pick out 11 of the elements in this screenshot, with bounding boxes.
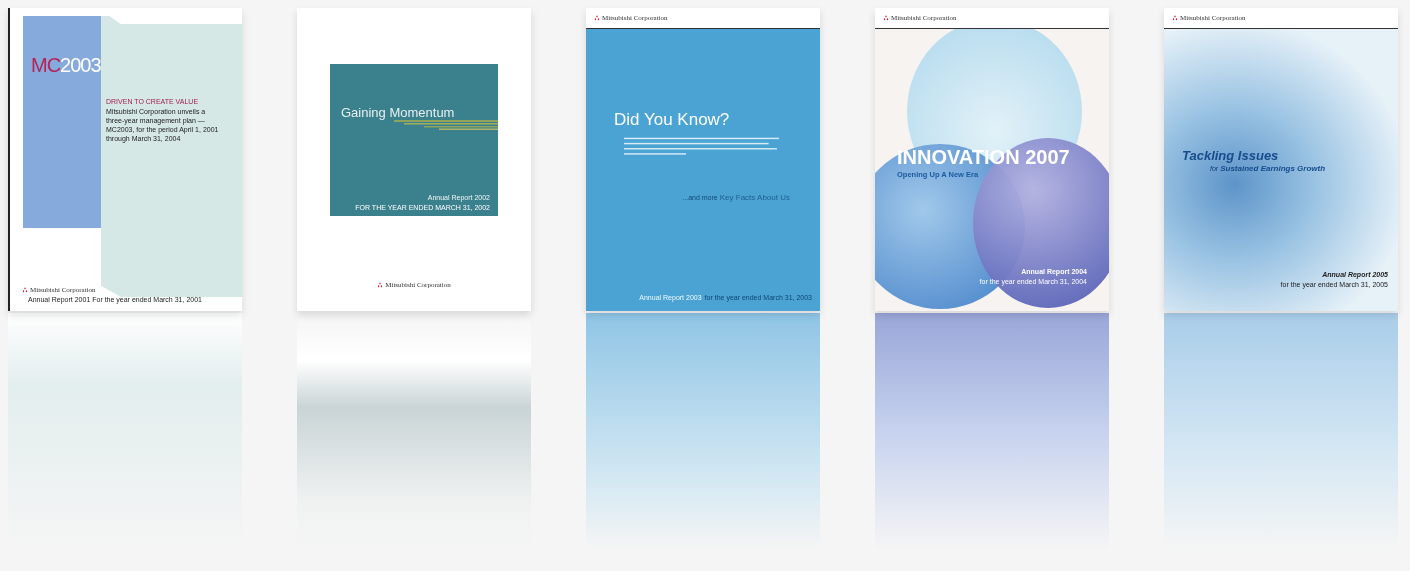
cover-title: MC2003	[30, 54, 101, 77]
logo-icon	[883, 15, 889, 21]
cover-title: Gaining Momentum	[341, 105, 455, 120]
report-cover[interactable]	[8, 8, 242, 311]
cover-title: Tackling Issues	[1182, 148, 1279, 163]
logo-icon	[22, 287, 28, 293]
cover-subtitle: Sustained Earnings Growth	[1220, 164, 1326, 173]
cover-title: Did You Know?	[614, 110, 730, 130]
logo-icon	[594, 15, 600, 21]
logo-icon	[1172, 15, 1178, 21]
logo-icon	[377, 282, 384, 288]
